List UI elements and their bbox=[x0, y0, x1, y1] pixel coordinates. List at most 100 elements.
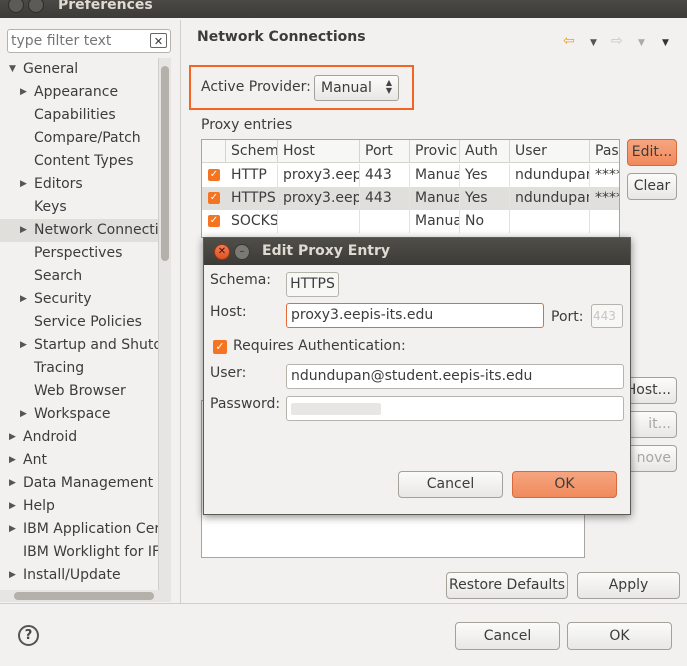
dialog-title-bar: ✕ – Edit Proxy Entry bbox=[204, 238, 630, 265]
back-arrow-icon[interactable]: ⇦ bbox=[563, 33, 575, 49]
tree-item[interactable]: ▶ Help bbox=[9, 495, 55, 518]
splitter[interactable] bbox=[180, 20, 181, 603]
tree-item[interactable]: Keys bbox=[34, 196, 67, 219]
cell-auth: No bbox=[460, 210, 510, 233]
tree-vertical-scrollbar[interactable] bbox=[158, 58, 171, 593]
close-dialog-icon[interactable]: ✕ bbox=[214, 244, 230, 260]
minimize-window-icon[interactable] bbox=[28, 0, 44, 13]
tree-item[interactable]: ▶ Security bbox=[20, 288, 92, 311]
tree-item[interactable]: ▶ Appearance bbox=[20, 81, 119, 104]
tree-item[interactable]: Tracing bbox=[34, 357, 84, 380]
tree-item[interactable]: Compare/Patch bbox=[34, 127, 141, 150]
tree-item-label: Startup and Shutd bbox=[34, 337, 158, 353]
filter-input[interactable] bbox=[11, 32, 147, 50]
schema-value: HTTPS bbox=[286, 272, 339, 297]
active-provider-label: Active Provider: bbox=[201, 79, 311, 95]
tree-item[interactable]: ▶ Editors bbox=[20, 173, 83, 196]
row-checkbox[interactable]: ✓ bbox=[208, 192, 220, 204]
tree-item[interactable]: ▶ Startup and Shutd bbox=[20, 334, 158, 357]
collapsed-arrow-icon[interactable]: ▶ bbox=[20, 403, 27, 426]
tree-item[interactable]: Search bbox=[34, 265, 82, 288]
table-header-user[interactable]: User bbox=[510, 140, 590, 163]
collapsed-arrow-icon[interactable]: ▶ bbox=[20, 81, 27, 104]
expanded-arrow-icon[interactable]: ▼ bbox=[9, 58, 16, 81]
tree-item[interactable]: Content Types bbox=[34, 150, 134, 173]
edit-proxy-button[interactable]: Edit... bbox=[627, 139, 677, 166]
cancel-button[interactable]: Cancel bbox=[455, 622, 560, 650]
tree-item[interactable]: Web Browser bbox=[34, 380, 126, 403]
tree-item[interactable]: ▶ Install/Update bbox=[9, 564, 121, 587]
cell-host: proxy3.eep bbox=[278, 164, 360, 187]
tree-item[interactable]: Service Policies bbox=[34, 311, 142, 334]
cell-password: **** bbox=[590, 187, 619, 210]
user-field[interactable]: ndundupan@student.eepis-its.edu bbox=[286, 364, 624, 389]
row-checkbox[interactable]: ✓ bbox=[208, 215, 220, 227]
tree-item-label: Editors bbox=[34, 176, 83, 192]
collapsed-arrow-icon[interactable]: ▶ bbox=[9, 518, 16, 541]
collapsed-arrow-icon[interactable]: ▶ bbox=[20, 288, 27, 311]
tree-horizontal-scrollbar[interactable] bbox=[0, 590, 171, 602]
clear-proxy-button[interactable]: Clear bbox=[627, 173, 677, 200]
tree-item[interactable]: ▶ IBM Application Cer bbox=[9, 518, 158, 541]
minimize-dialog-icon[interactable]: – bbox=[234, 244, 250, 260]
close-window-icon[interactable] bbox=[8, 0, 24, 13]
cell-schema: HTTPS bbox=[226, 187, 278, 210]
preferences-tree: ▼ General ▶ Appearance Capabilities Compare/P… bbox=[0, 58, 158, 603]
cell-auth: Yes bbox=[460, 164, 510, 187]
active-provider-value: Manual bbox=[321, 80, 372, 96]
tree-item[interactable]: ▶ Ant bbox=[9, 449, 47, 472]
tree-item-label: IBM Worklight for IF bbox=[23, 544, 158, 560]
port-field[interactable]: 443 bbox=[591, 304, 623, 328]
active-provider-select[interactable]: Manual ▲ ▼ bbox=[314, 75, 399, 101]
tree-item[interactable]: ▶ Android bbox=[9, 426, 77, 449]
clear-filter-icon[interactable]: ✕ bbox=[150, 33, 167, 48]
tree-item[interactable]: ▶ Workspace bbox=[20, 403, 111, 426]
apply-button[interactable]: Apply bbox=[577, 572, 680, 599]
cell-host: proxy3.eep bbox=[278, 187, 360, 210]
table-header-port[interactable]: Port bbox=[360, 140, 410, 163]
view-menu-icon[interactable]: ▼ bbox=[662, 38, 669, 48]
table-header-host[interactable]: Host bbox=[278, 140, 360, 163]
tree-item[interactable]: ▶ Network Connecti bbox=[0, 219, 158, 242]
tree-item[interactable]: IBM Worklight for IF bbox=[23, 541, 158, 564]
cell-password: **** bbox=[590, 164, 619, 187]
table-row[interactable]: ✓ SOCKS Manua No bbox=[202, 210, 619, 233]
restore-defaults-button[interactable]: Restore Defaults bbox=[446, 572, 568, 599]
collapsed-arrow-icon[interactable]: ▶ bbox=[9, 495, 16, 518]
collapsed-arrow-icon[interactable]: ▶ bbox=[20, 334, 27, 357]
dialog-ok-button[interactable]: OK bbox=[512, 471, 617, 498]
tree-item[interactable]: ▼ General bbox=[9, 58, 78, 81]
collapsed-arrow-icon[interactable]: ▶ bbox=[20, 219, 27, 242]
dialog-cancel-button[interactable]: Cancel bbox=[398, 471, 503, 498]
collapsed-arrow-icon[interactable]: ▶ bbox=[20, 173, 27, 196]
ok-button[interactable]: OK bbox=[567, 622, 672, 650]
cell-auth: Yes bbox=[460, 187, 510, 210]
tree-item-label: Search bbox=[34, 268, 83, 284]
password-field[interactable] bbox=[286, 396, 624, 421]
cell-port bbox=[360, 210, 410, 233]
requires-auth-checkbox[interactable]: ✓ bbox=[213, 340, 227, 354]
collapsed-arrow-icon[interactable]: ▶ bbox=[9, 564, 16, 587]
help-icon[interactable]: ? bbox=[18, 625, 39, 646]
tree-item-label: Appearance bbox=[34, 84, 119, 100]
tree-item[interactable]: Perspectives bbox=[34, 242, 122, 265]
host-field[interactable]: proxy3.eepis-its.edu bbox=[286, 303, 544, 328]
collapsed-arrow-icon[interactable]: ▶ bbox=[9, 449, 16, 472]
tree-item[interactable]: Capabilities bbox=[34, 104, 116, 127]
table-header-auth[interactable]: Auth bbox=[460, 140, 510, 163]
back-menu-chevron-icon[interactable]: ▼ bbox=[590, 38, 597, 48]
table-row[interactable]: ✓ HTTP proxy3.eep 443 Manua Yes ndundupa… bbox=[202, 164, 619, 187]
table-row[interactable]: ✓ HTTPS proxy3.eep 443 Manua Yes ndundup… bbox=[202, 187, 619, 210]
cell-schema: HTTP bbox=[226, 164, 278, 187]
proxy-entries-table[interactable]: Schem Host Port Provic Auth User Pass ✓ … bbox=[201, 139, 620, 238]
tree-item[interactable]: ▶ Data Management bbox=[9, 472, 154, 495]
table-header-provider[interactable]: Provic bbox=[410, 140, 460, 163]
collapsed-arrow-icon[interactable]: ▶ bbox=[9, 472, 16, 495]
table-header-schema[interactable]: Schem bbox=[226, 140, 278, 163]
filter-field[interactable]: ✕ bbox=[7, 29, 171, 53]
tree-item-label: Data Management bbox=[23, 475, 154, 491]
row-checkbox[interactable]: ✓ bbox=[208, 169, 220, 181]
collapsed-arrow-icon[interactable]: ▶ bbox=[9, 426, 16, 449]
cell-provider: Manua bbox=[410, 164, 460, 187]
table-header-password[interactable]: Pass bbox=[590, 140, 619, 163]
